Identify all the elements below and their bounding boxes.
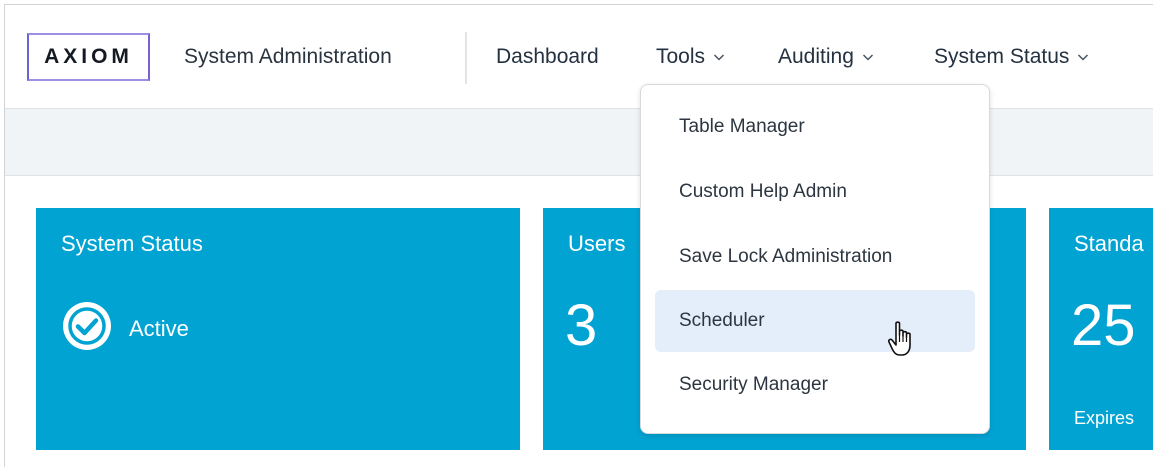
standard-tile[interactable]: Standa 25 Expires bbox=[1049, 208, 1153, 450]
status-text: Active bbox=[129, 315, 189, 341]
system-status-title: System Status bbox=[61, 231, 203, 256]
nav-auditing-label: Auditing bbox=[778, 45, 854, 68]
axiom-logo[interactable]: AXIOM bbox=[27, 33, 150, 81]
menu-item-label: Save Lock Administration bbox=[679, 246, 893, 267]
menu-item-label: Security Manager bbox=[679, 374, 828, 395]
header-divider bbox=[465, 32, 467, 84]
users-count: 3 bbox=[565, 293, 598, 358]
status-row: Active bbox=[61, 300, 189, 357]
expires-label: Expires bbox=[1074, 408, 1135, 428]
nav-dashboard-label: Dashboard bbox=[496, 45, 599, 68]
menu-item-label: Scheduler bbox=[679, 310, 765, 331]
nav-tools[interactable]: Tools bbox=[656, 45, 725, 69]
nav-dashboard[interactable]: Dashboard bbox=[496, 45, 599, 69]
chevron-down-icon bbox=[1077, 51, 1089, 63]
nav-auditing[interactable]: Auditing bbox=[778, 45, 874, 69]
check-circle-icon bbox=[61, 300, 113, 357]
menu-item-save-lock-administration[interactable]: Save Lock Administration bbox=[655, 226, 975, 288]
chevron-down-icon bbox=[862, 51, 874, 63]
nav-system-status-label: System Status bbox=[934, 45, 1070, 68]
hand-cursor-icon bbox=[887, 320, 917, 358]
chevron-down-icon bbox=[713, 51, 725, 63]
standard-title: Standa bbox=[1074, 231, 1144, 256]
standard-count: 25 bbox=[1071, 293, 1136, 358]
menu-item-security-manager[interactable]: Security Manager bbox=[655, 354, 975, 416]
tools-dropdown-menu: Table Manager Custom Help Admin Save Loc… bbox=[640, 84, 990, 434]
nav-tools-label: Tools bbox=[656, 45, 706, 68]
logo-text: AXIOM bbox=[44, 45, 133, 68]
app-window: AXIOM System Administration Dashboard To… bbox=[4, 4, 1153, 467]
menu-item-label: Custom Help Admin bbox=[679, 181, 847, 202]
nav-system-status[interactable]: System Status bbox=[934, 45, 1089, 69]
users-title: Users bbox=[568, 231, 626, 256]
menu-item-scheduler[interactable]: Scheduler bbox=[655, 290, 975, 352]
app-title: System Administration bbox=[184, 45, 392, 68]
menu-item-custom-help-admin[interactable]: Custom Help Admin bbox=[655, 161, 975, 223]
menu-item-table-manager[interactable]: Table Manager bbox=[655, 96, 975, 158]
system-status-tile[interactable]: System Status Active bbox=[36, 208, 520, 450]
menu-item-label: Table Manager bbox=[679, 116, 805, 137]
